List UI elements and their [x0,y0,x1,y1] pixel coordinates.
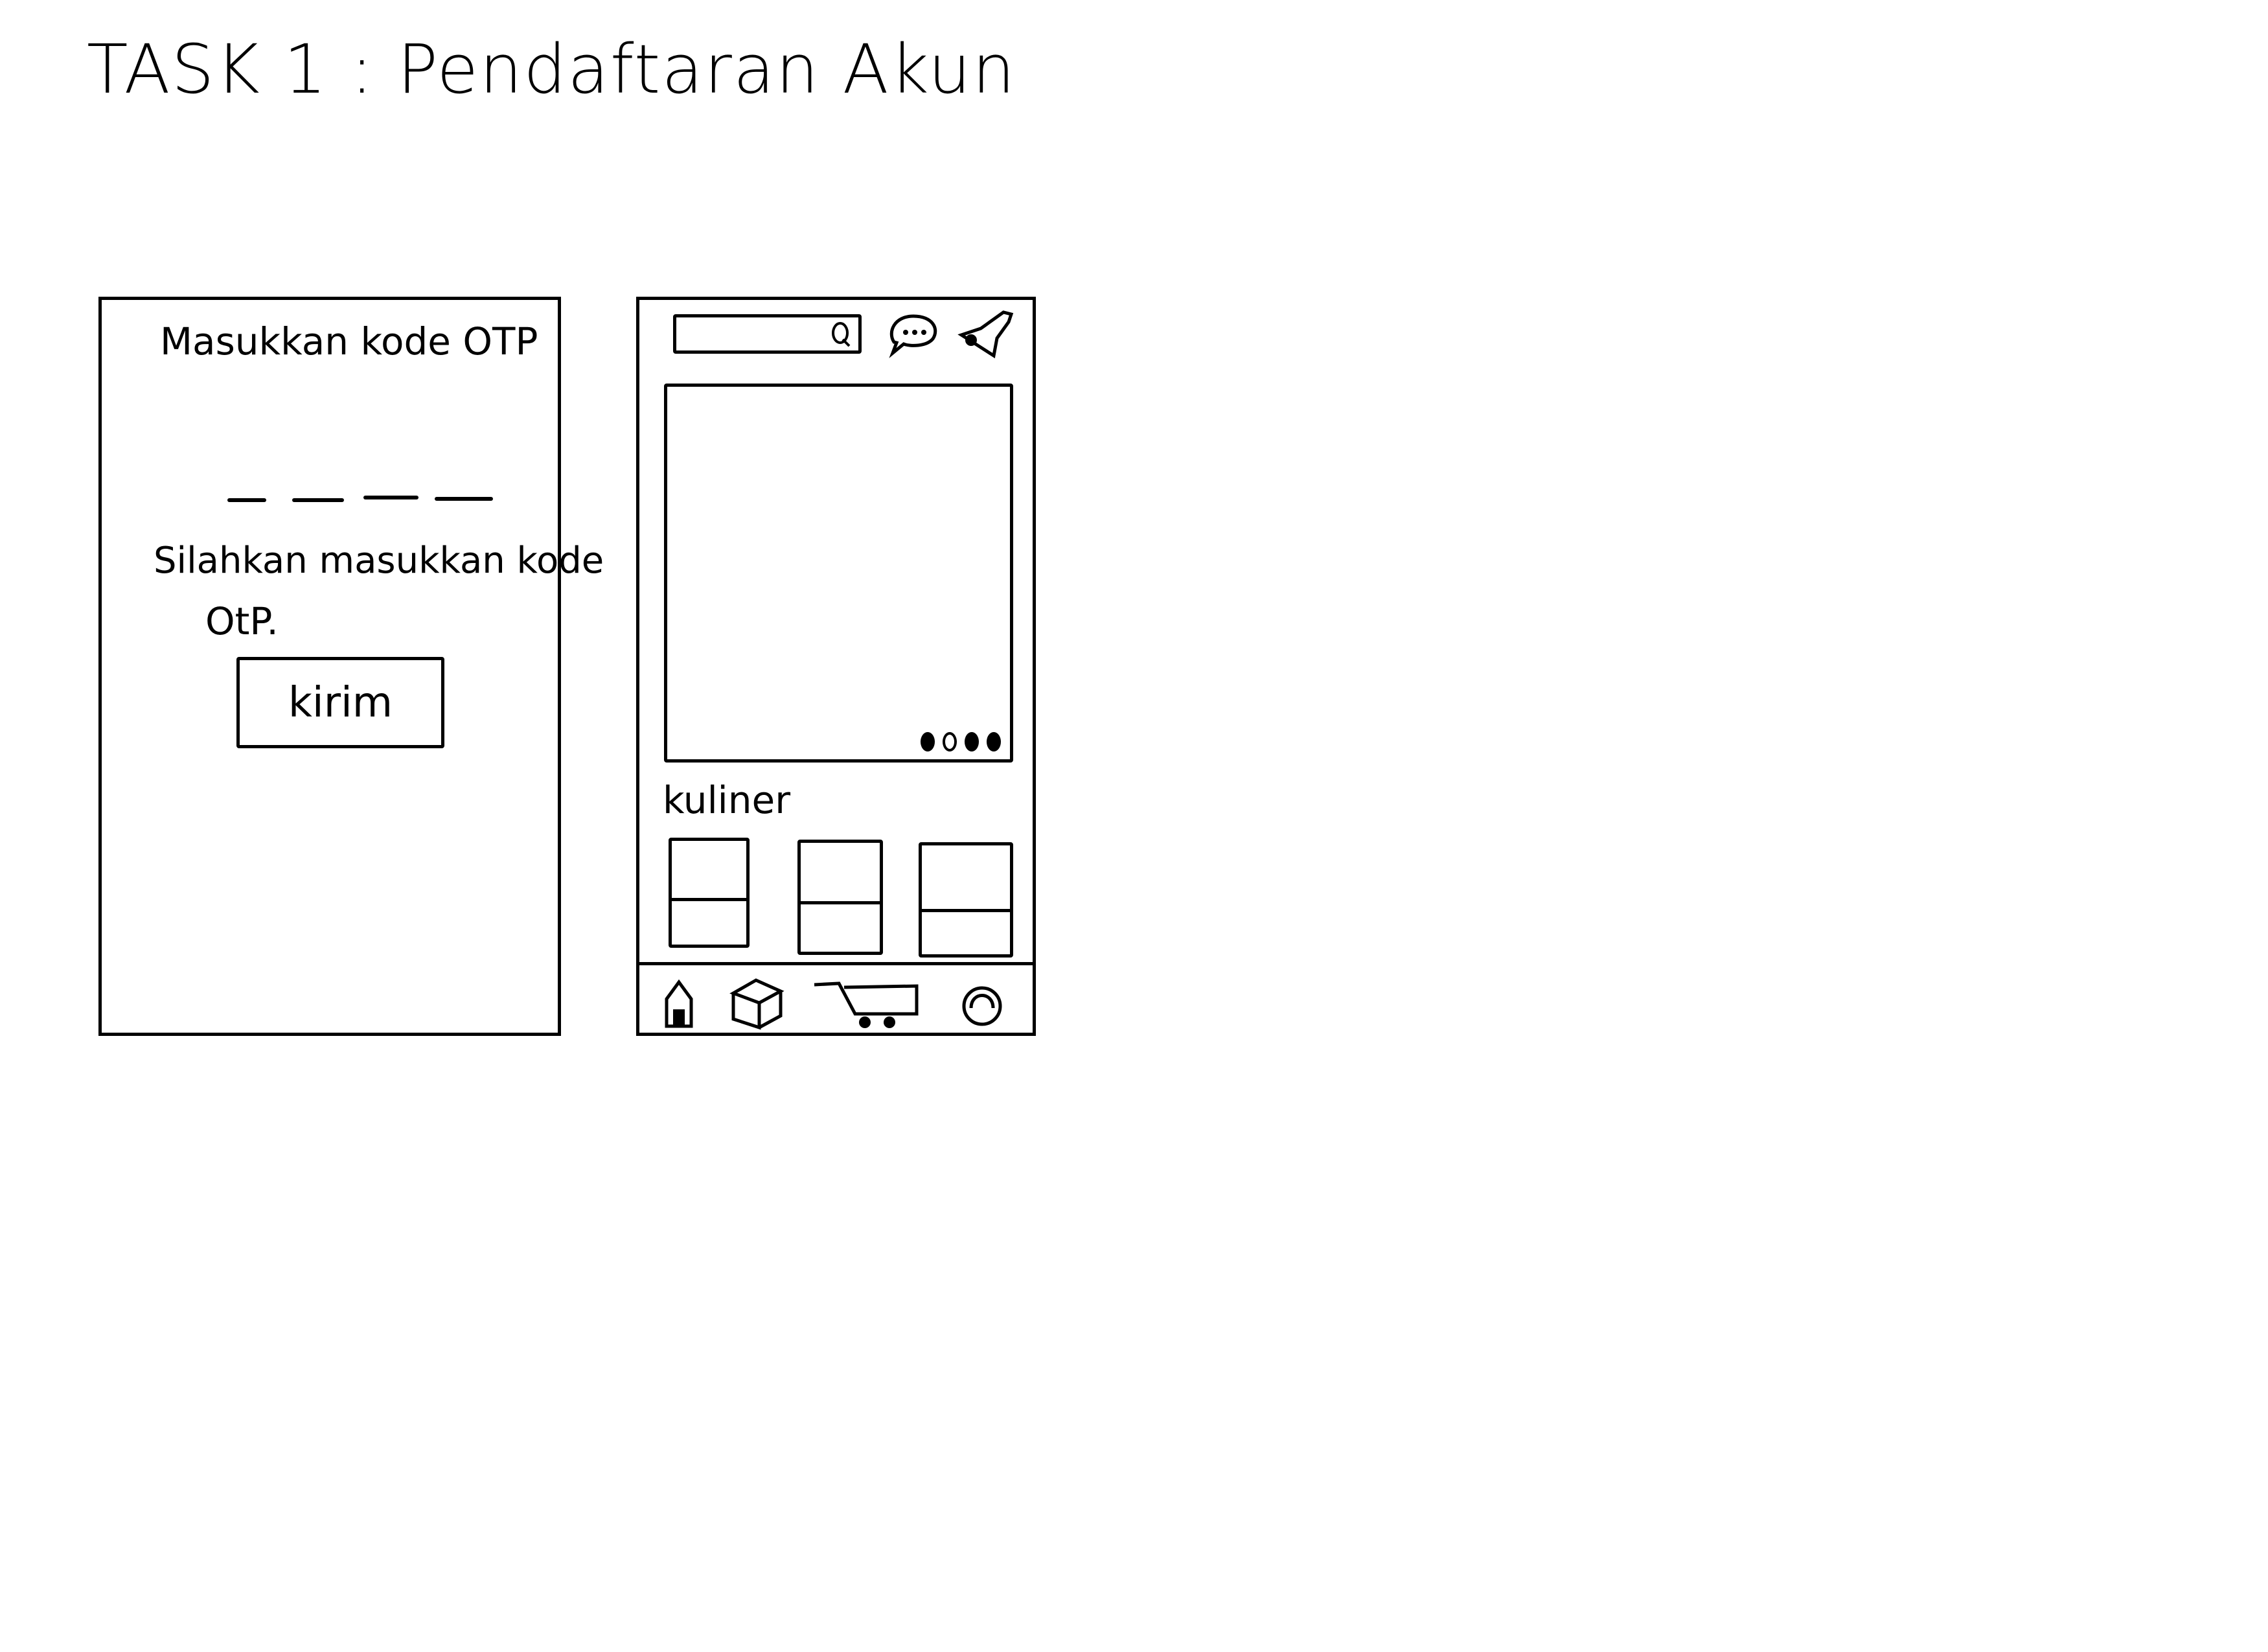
search-icon[interactable] [830,320,853,349]
submit-button[interactable]: kirim [236,657,444,748]
otp-slot[interactable] [292,498,344,502]
carousel-dot-active[interactable] [921,732,935,751]
profile-icon[interactable] [961,985,1003,1027]
submit-button-label: kirim [288,678,393,727]
card-divider [801,901,880,904]
section-title: kuliner [663,778,791,822]
product-card[interactable] [797,840,883,955]
otp-slot[interactable] [363,496,418,499]
page-title: TASK 1 : Pendaftaran Akun [87,30,1016,109]
otp-instruction-cont: OtP. [205,599,279,643]
carousel-banner[interactable] [664,384,1013,763]
otp-heading: Masukkan kode OTP [160,319,538,363]
carousel-dot[interactable] [965,732,979,751]
home-screen: kuliner [636,297,1036,1036]
otp-slot[interactable] [435,497,493,501]
home-icon[interactable] [663,979,695,1029]
otp-instruction: Silahkan masukkan kode [154,540,604,582]
carousel-dot[interactable] [987,732,1001,751]
card-divider [672,898,746,901]
search-input[interactable] [673,314,862,354]
bell-icon[interactable] [957,309,1016,359]
carousel-dot[interactable] [943,732,957,751]
product-card[interactable] [919,842,1013,958]
product-card[interactable] [669,838,750,948]
chat-icon[interactable] [888,313,941,358]
box-icon[interactable] [729,977,785,1030]
otp-screen: Masukkan kode OTP Silahkan masukkan kode… [98,297,604,1036]
bottom-nav [639,965,1033,1037]
otp-slot[interactable] [227,498,266,502]
otp-input[interactable] [227,494,493,507]
cart-icon[interactable] [813,978,923,1030]
carousel-indicators[interactable] [921,732,1001,751]
card-divider [922,909,1010,912]
